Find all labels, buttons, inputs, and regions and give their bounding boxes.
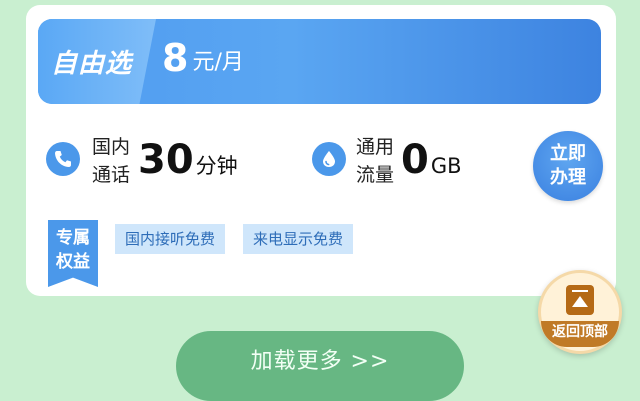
water-drop-icon <box>312 142 346 176</box>
exclusive-perks-badge: 专属 权益 <box>48 220 98 287</box>
feature-call: 国内 通话 30分钟 <box>46 129 286 193</box>
back-to-top-button[interactable]: 返回顶部 <box>538 270 622 354</box>
plan-price-unit: 元/月 <box>192 50 244 75</box>
perks-badge-line1: 专属 <box>56 228 90 248</box>
data-label: 通用 流量 <box>356 133 394 189</box>
call-label-line1: 国内 <box>92 136 131 158</box>
apply-now-button[interactable]: 立即 办理 <box>533 131 603 201</box>
data-value-number: 0 <box>401 137 429 183</box>
call-label-line2: 通话 <box>92 164 131 186</box>
data-value-unit: GB <box>430 154 462 178</box>
load-more-button[interactable]: 加载更多 >> <box>176 331 464 401</box>
apply-now-line2: 办理 <box>550 167 586 188</box>
plan-card: 自由选 8 元/月 国内 通话 30分钟 通用 流量 0GB 立即 办理 专属 … <box>26 5 616 296</box>
perks-badge-line2: 权益 <box>56 252 90 272</box>
plan-price: 8 元/月 <box>162 36 244 80</box>
plan-price-value: 8 <box>162 36 189 80</box>
feature-data: 通用 流量 0GB <box>312 129 512 193</box>
data-label-line1: 通用 <box>356 136 395 158</box>
call-value-unit: 分钟 <box>195 154 238 178</box>
perk-tag-free-caller-id: 来电显示免费 <box>243 224 354 254</box>
call-value-number: 30 <box>138 137 194 183</box>
plan-name: 自由选 <box>51 49 133 79</box>
data-label-line2: 流量 <box>356 164 395 186</box>
plan-banner: 自由选 8 元/月 <box>38 19 601 104</box>
data-value: 0GB <box>401 137 462 183</box>
arrow-up-to-top-icon <box>566 285 594 315</box>
back-to-top-label: 返回顶部 <box>541 321 619 347</box>
call-value: 30分钟 <box>138 137 238 183</box>
apply-now-line1: 立即 <box>550 143 586 164</box>
call-label: 国内 通话 <box>92 133 130 189</box>
perk-tag-free-incoming: 国内接听免费 <box>115 224 226 254</box>
phone-icon <box>46 142 80 176</box>
